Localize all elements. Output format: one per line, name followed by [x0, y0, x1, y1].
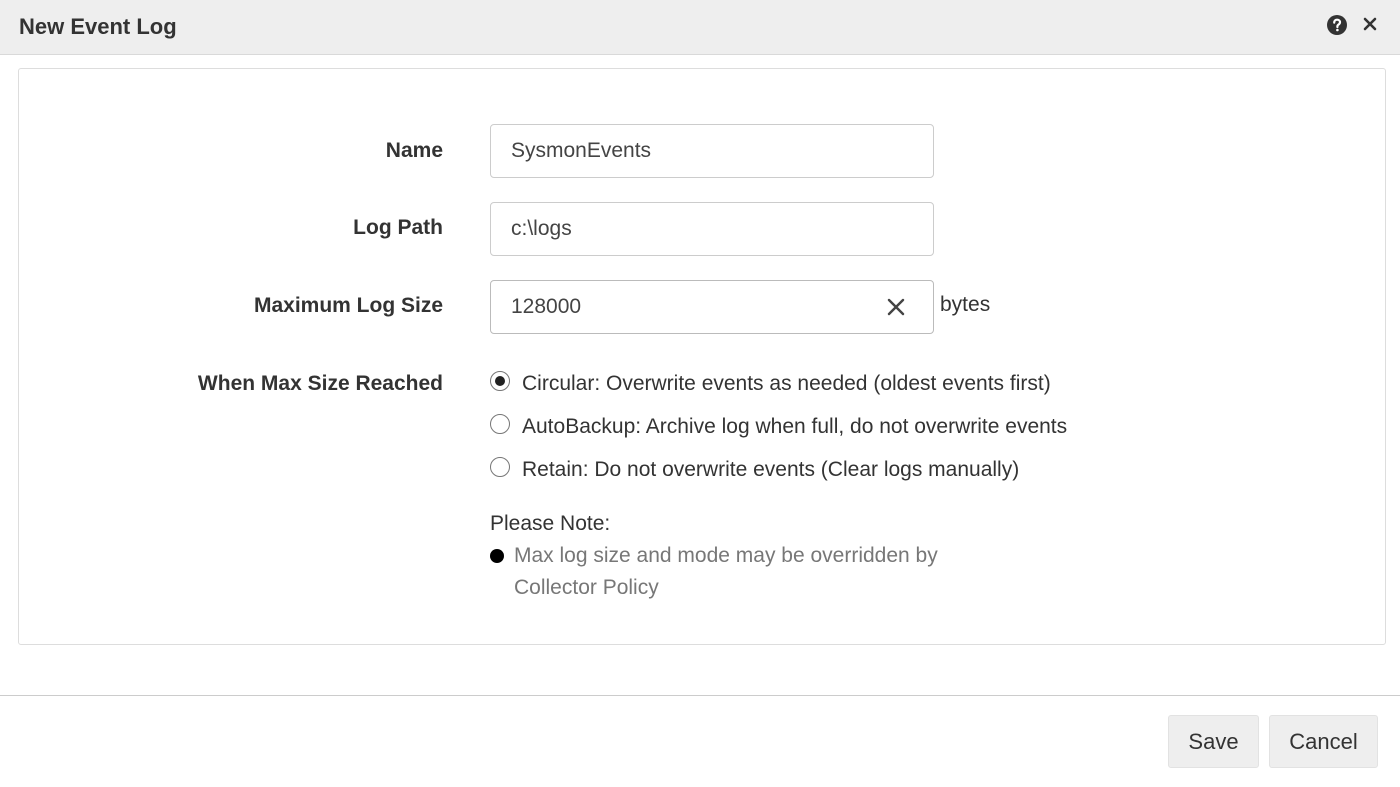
max-log-size-input[interactable]	[490, 280, 934, 334]
question-circle-icon[interactable]	[1327, 15, 1347, 35]
close-icon[interactable]	[1361, 15, 1379, 33]
dialog-title: New Event Log	[19, 14, 177, 39]
radio-option-retain[interactable]: Retain: Do not overwrite events (Clear l…	[490, 456, 1019, 484]
bullet-icon	[490, 549, 504, 563]
save-button[interactable]: Save	[1168, 715, 1259, 768]
note-text: Max log size and mode may be overridden …	[514, 544, 938, 599]
when-max-size-reached-label: When Max Size Reached	[197, 372, 443, 395]
radio-option-autobackup[interactable]: AutoBackup: Archive log when full, do no…	[490, 413, 1067, 441]
name-input[interactable]	[490, 124, 934, 178]
clear-x-icon[interactable]	[886, 297, 906, 317]
radio-button-circular[interactable]	[490, 371, 510, 391]
radio-label-circular: Circular: Overwrite events as needed (ol…	[522, 372, 1051, 395]
max-log-size-field	[490, 280, 934, 334]
new-event-log-dialog: New Event Log Name Log Path Maximum Log …	[0, 0, 1400, 787]
max-log-size-label: Maximum Log Size	[253, 294, 443, 317]
note-title: Please Note:	[490, 512, 611, 535]
log-path-input[interactable]	[490, 202, 934, 256]
radio-button-retain[interactable]	[490, 457, 510, 477]
cancel-button[interactable]: Cancel	[1269, 715, 1378, 768]
radio-label-autobackup: AutoBackup: Archive log when full, do no…	[522, 415, 1068, 438]
radio-button-autobackup[interactable]	[490, 414, 510, 434]
radio-option-circular[interactable]: Circular: Overwrite events as needed (ol…	[490, 370, 1051, 398]
dialog-titlebar: New Event Log	[0, 0, 1400, 55]
log-path-label: Log Path	[353, 216, 443, 239]
footer-divider	[0, 695, 1400, 696]
size-unit-label: bytes	[940, 293, 991, 316]
name-label: Name	[385, 139, 443, 162]
radio-label-retain: Retain: Do not overwrite events (Clear l…	[522, 458, 1020, 481]
